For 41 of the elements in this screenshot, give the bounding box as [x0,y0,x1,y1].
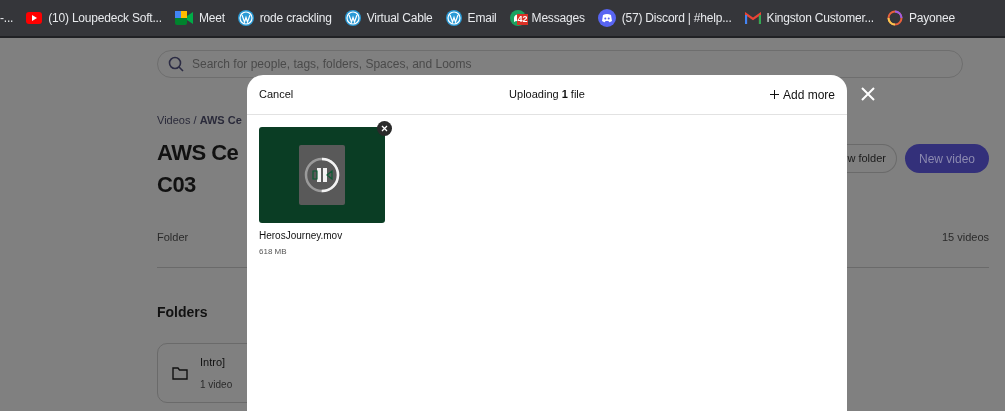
bookmark-link[interactable]: -... [0,9,14,27]
w-logo-icon [445,10,462,26]
file-name: HerosJourney.mov [259,229,344,243]
plus-icon [769,90,779,99]
section-label: Folder [157,229,189,245]
folders-heading: Folders [157,303,209,322]
dialog-title: Uploading 1 file [509,87,585,103]
envelope-m-logo-icon [744,12,761,24]
bookmark-link[interactable]: rode crackling [237,9,332,27]
folder-video-count: 1 video [200,377,233,392]
game-controller-logo-icon [597,9,616,27]
cancel-button[interactable]: Cancel [259,86,294,103]
close-icon [861,87,875,101]
folder-icon [172,366,188,380]
bookmark-link[interactable]: Kingston Customer... [744,9,874,27]
new-video-button[interactable]: New video [904,144,989,173]
breadcrumb-link[interactable]: Videos [157,114,191,126]
remove-button[interactable] [377,121,392,136]
bookmark-link[interactable]: (10) Loupedeck Soft... [26,9,162,27]
page-title: AWS Ce C03 [157,138,240,199]
w-logo-icon [344,10,361,26]
breadcrumb-separator: / [193,114,197,126]
bookmark-link[interactable]: Email [445,9,497,27]
bookmark-link[interactable]: Payonee [887,9,955,27]
search-icon [168,56,184,72]
folder-name: Intro] [200,355,227,371]
breadcrumb-current: AWS Ce [199,114,242,126]
close-button[interactable] [859,85,877,103]
video-camera-logo-icon [174,11,193,25]
bookmark-link[interactable]: (57) Discord | #help... [597,9,732,27]
ring-logo-icon [887,10,903,26]
play-logo-icon [26,12,43,24]
notification-badge: 42 [516,14,529,25]
add-more-button[interactable]: Add more [769,85,835,104]
w-logo-icon [237,10,254,26]
file-size: 618 MB [259,246,288,258]
close-icon [381,125,388,132]
bookmark-link[interactable]: Meet [174,9,225,27]
bookmark-link[interactable]: Virtual Cable [344,9,433,27]
video-count: 15 videos [941,229,989,245]
bookmark-link[interactable]: 42 Messages [509,9,585,27]
